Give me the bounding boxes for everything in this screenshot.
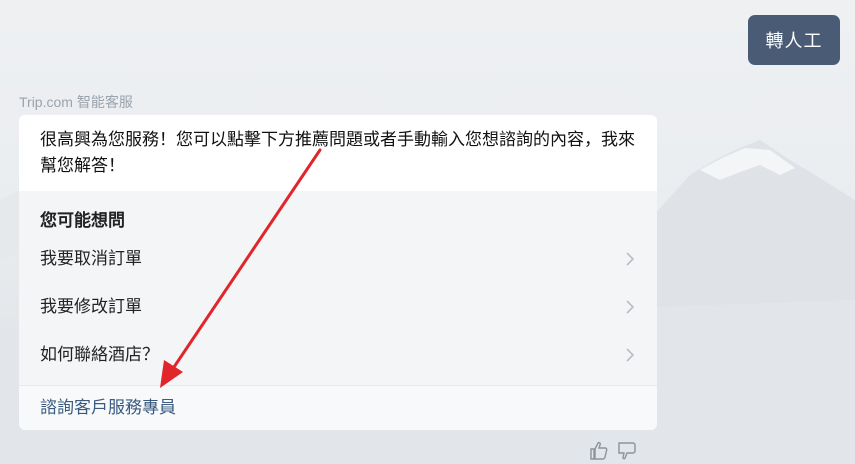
transfer-to-human-button[interactable]: 轉人工	[748, 15, 840, 65]
suggestion-contact-hotel[interactable]: 如何聯絡酒店？	[19, 331, 657, 379]
consult-agent-link[interactable]: 諮詢客戶服務專員	[19, 385, 657, 430]
chevron-right-icon	[626, 252, 635, 266]
suggestion-label: 我要修改訂單	[40, 297, 142, 316]
suggestion-modify-order[interactable]: 我要修改訂單	[19, 283, 657, 331]
suggestion-cancel-order[interactable]: 我要取消訂單	[19, 235, 657, 283]
greeting-message: 很高興為您服務！您可以點擊下方推薦問題或者手動輸入您想諮詢的內容，我來幫您解答！	[19, 115, 657, 191]
thumbs-up-icon[interactable]	[589, 440, 609, 460]
bot-message-card: 很高興為您服務！您可以點擊下方推薦問題或者手動輸入您想諮詢的內容，我來幫您解答！…	[19, 115, 657, 430]
bot-name-label: Trip.com 智能客服	[19, 94, 133, 110]
suggested-questions: 您可能想問 我要取消訂單 我要修改訂單 如何聯絡酒店？	[19, 191, 657, 385]
suggestion-label: 我要取消訂單	[40, 249, 142, 268]
suggested-questions-title: 您可能想問	[40, 211, 125, 230]
chevron-right-icon	[626, 300, 635, 314]
chevron-right-icon	[626, 348, 635, 362]
suggestion-label: 如何聯絡酒店？	[40, 345, 159, 364]
thumbs-down-icon[interactable]	[617, 440, 637, 460]
